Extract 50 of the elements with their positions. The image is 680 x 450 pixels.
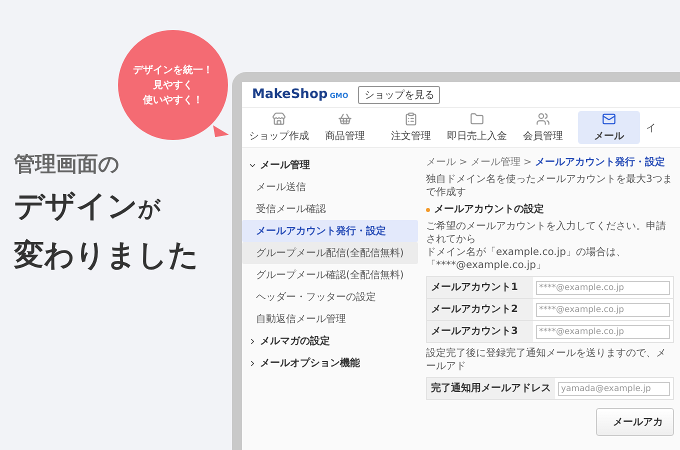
nav-tab[interactable]: メール (578, 111, 640, 144)
sidebar-item[interactable]: 自動返信メール管理 (242, 308, 418, 330)
submit-button[interactable]: メールアカ (596, 408, 674, 436)
clipboard-icon (404, 112, 418, 126)
input-field[interactable]: ****@example.co.jp (536, 324, 670, 338)
nav-tab[interactable]: 注文管理 (380, 111, 442, 144)
input-field[interactable]: ****@example.co.jp (536, 302, 670, 316)
breadcrumb-separator: > (459, 156, 468, 169)
nav-tab[interactable]: 商品管理 (314, 111, 376, 144)
row-label: メールアカウント1 (427, 277, 533, 298)
headline-title: デザインが (14, 188, 162, 226)
input-field[interactable]: ****@example.co.jp (536, 280, 670, 294)
sidebar-group[interactable]: メールオプション機能 (242, 352, 418, 374)
row-label: メールアカウント2 (427, 299, 533, 320)
input-field[interactable]: yamada@example.jp (558, 382, 670, 396)
breadcrumb-link[interactable]: メール (426, 156, 456, 169)
headline-title: 変わりました (14, 237, 200, 275)
chevron-right-icon (248, 358, 257, 368)
sidebar-item[interactable]: 受信メール確認 (242, 198, 418, 220)
breadcrumb-separator: > (523, 156, 532, 169)
sidebar-group[interactable]: メール管理 (242, 154, 418, 176)
breadcrumb-link[interactable]: メール管理 (470, 156, 520, 169)
sidebar-item[interactable]: グループメール配信(全配信無料) (242, 242, 418, 264)
intro-text: 独自ドメイン名を使ったメールアカウントを最大3つまで作成す (426, 173, 674, 199)
section-title: メールアカウントの設定 (434, 203, 544, 216)
sidebar-item[interactable]: ヘッダー・フッターの設定 (242, 286, 418, 308)
nav-tab[interactable]: 会員管理 (512, 111, 574, 144)
description-text: ドメイン名が「example.co.jp」の場合は、「****@example.co.jp」 (426, 246, 627, 272)
users-icon (536, 112, 550, 126)
basket-icon (338, 112, 352, 126)
nav-tab[interactable]: 即日売上入金 (446, 111, 508, 144)
sidebar-item[interactable]: グループメール確認(全配信無料) (242, 264, 418, 286)
store-icon (272, 112, 286, 126)
mail-icon (602, 112, 616, 126)
breadcrumb-link[interactable]: メールアカウント発行・設定 (534, 156, 665, 169)
row-label: メールアカウント3 (427, 321, 533, 342)
row-label: 完了通知用メールアドレス (427, 378, 555, 399)
headline-text: 管理画面の (14, 151, 121, 178)
sidebar-item[interactable]: メール送信 (242, 176, 418, 198)
sidebar-item[interactable]: メールアカウント発行・設定 (242, 220, 418, 242)
nav-tab[interactable]: イ (644, 111, 658, 144)
bullet-icon (426, 208, 430, 212)
view-shop-button[interactable]: ショップを見る (358, 86, 440, 104)
sidebar-group[interactable]: メルマガの設定 (242, 330, 418, 352)
description-text: ご希望のメールアカウントを入力してください。申請されてから (426, 220, 667, 246)
folder-icon (470, 112, 484, 126)
speech-bubble: デザインを統一！ 見やすく 使いやすく！ (118, 30, 228, 140)
note-text: 設定完了後に登録完了通知メールを送りますので、メールアド (426, 347, 667, 373)
nav-tab[interactable]: ショップ作成 (248, 111, 310, 144)
chevron-right-icon (248, 336, 257, 346)
